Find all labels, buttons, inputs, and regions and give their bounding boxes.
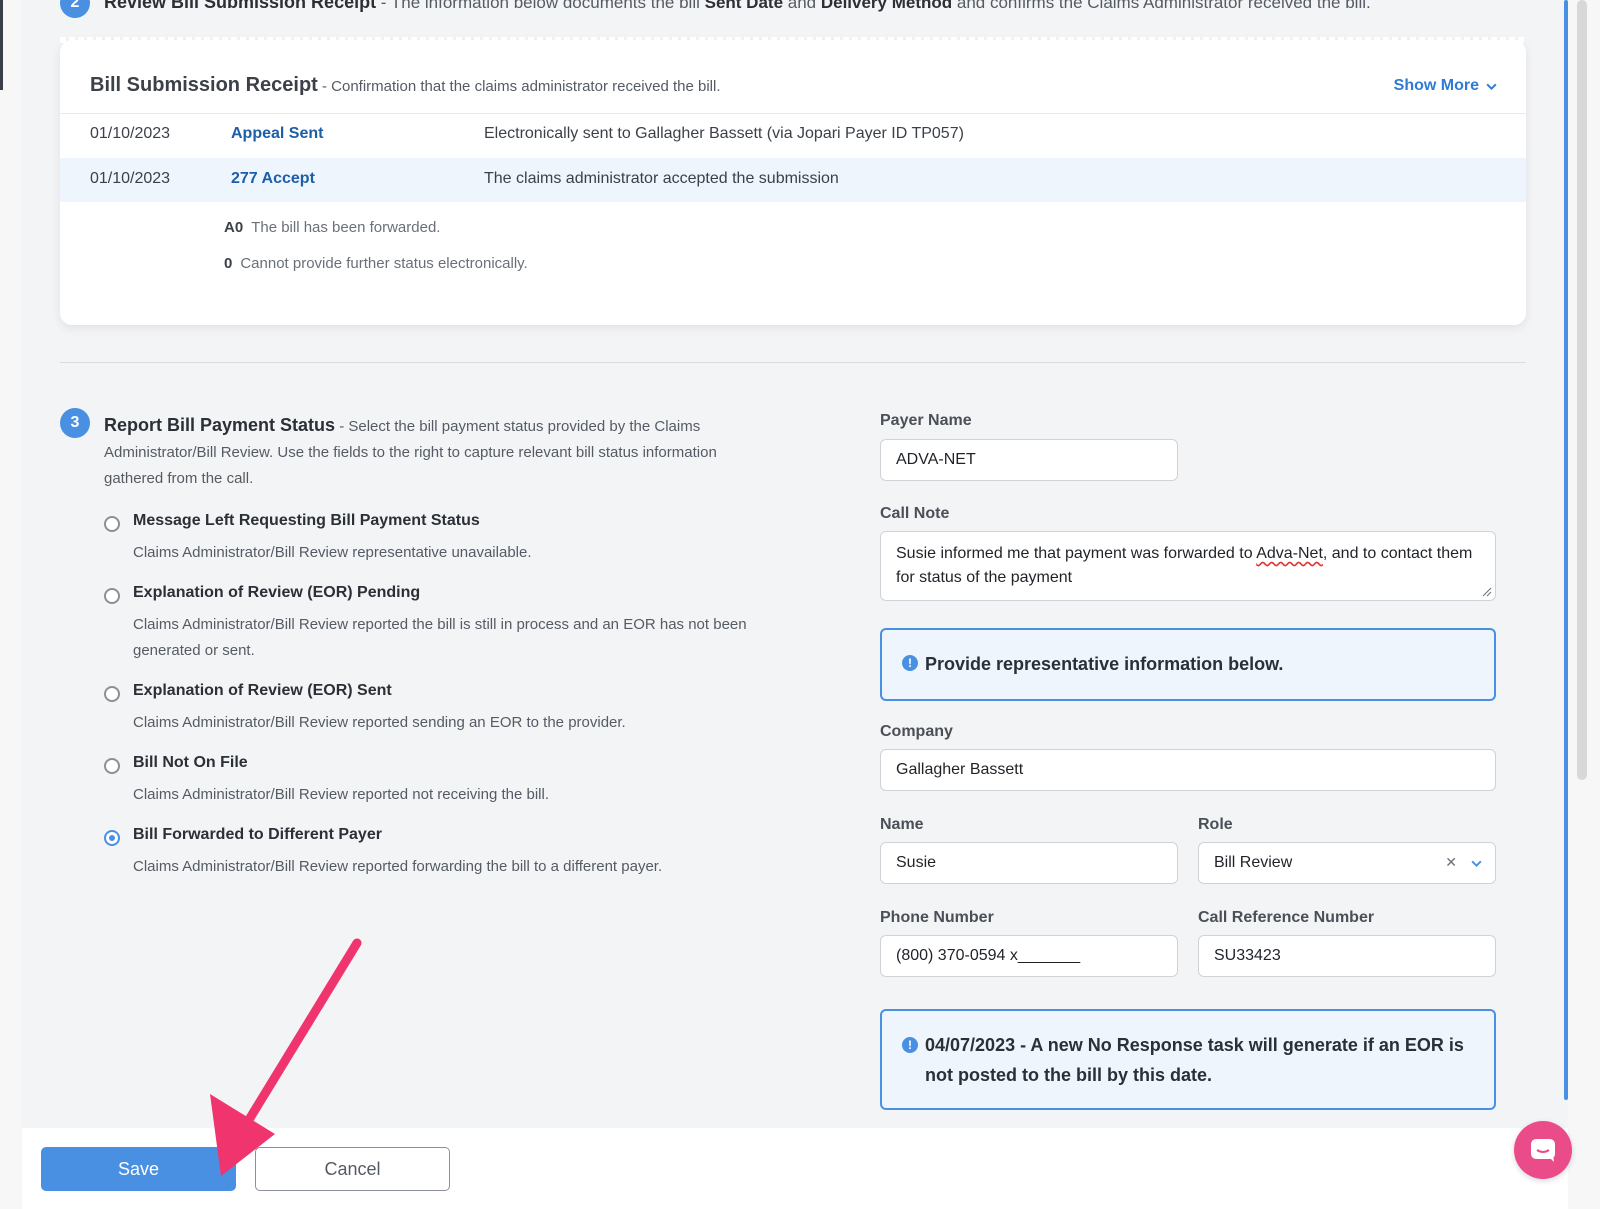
step-2-title: Review Bill Submission Receipt bbox=[104, 0, 377, 12]
status-option-desc: Claims Administrator/Bill Review reporte… bbox=[133, 714, 626, 731]
phone-number-value: (800) 370-0594 x_______ bbox=[896, 947, 1081, 964]
role-label: Role bbox=[1198, 816, 1233, 833]
chat-icon bbox=[1531, 1139, 1555, 1162]
role-select[interactable]: Bill Review ✕ bbox=[1198, 842, 1496, 884]
company-input[interactable]: Gallagher Bassett bbox=[880, 749, 1496, 791]
name-value: Susie bbox=[896, 854, 937, 871]
receipt-detail: The claims administrator accepted the su… bbox=[484, 170, 839, 187]
step-3-title: Report Bill Payment Status bbox=[104, 415, 336, 435]
section-divider bbox=[60, 362, 1526, 363]
company-label: Company bbox=[880, 723, 953, 740]
receipt-row: 01/10/2023 Appeal Sent Electronically se… bbox=[60, 113, 1526, 157]
call-reference-value: SU33423 bbox=[1214, 947, 1281, 964]
radio-button[interactable] bbox=[104, 686, 120, 702]
status-option-desc: Claims Administrator/Bill Review reporte… bbox=[133, 858, 663, 875]
clear-icon[interactable]: ✕ bbox=[1445, 854, 1457, 871]
company-value: Gallagher Bassett bbox=[896, 761, 1024, 778]
panel-scroll-indicator bbox=[1564, 0, 1568, 1100]
role-value: Bill Review bbox=[1214, 854, 1293, 871]
chat-launcher-button[interactable] bbox=[1514, 1121, 1572, 1179]
delivery-method-term: Delivery Method bbox=[820, 0, 953, 12]
call-note-label: Call Note bbox=[880, 505, 950, 522]
receipt-event: Appeal Sent bbox=[231, 125, 324, 142]
call-note-textarea[interactable]: Susie informed me that payment was forwa… bbox=[880, 531, 1496, 601]
receipt-title: Bill Submission Receipt bbox=[90, 74, 318, 96]
radio-button[interactable] bbox=[104, 516, 120, 532]
show-more-link[interactable]: Show More bbox=[1394, 77, 1498, 95]
status-code-item: 0 Cannot provide further status electroni… bbox=[224, 255, 528, 272]
status-option-desc: Claims Administrator/Bill Review reporte… bbox=[133, 786, 550, 803]
step-2-desc-end: and confirms the Claims Administrator re… bbox=[952, 0, 1371, 12]
status-option-title: Bill Not On File bbox=[133, 754, 248, 771]
status-option-title: Explanation of Review (EOR) Pending bbox=[133, 584, 421, 601]
no-response-notice: ! 04/07/2023 - A new No Response task wi… bbox=[880, 1009, 1496, 1110]
status-code-text: The bill has been forwarded. bbox=[251, 219, 441, 236]
info-icon: ! bbox=[902, 1037, 918, 1053]
chevron-down-icon bbox=[1486, 83, 1497, 90]
notice-text: 04/07/2023 - A new No Response task will… bbox=[925, 1035, 1464, 1085]
receipt-header: Bill Submission Receipt - Confirmation t… bbox=[90, 74, 721, 97]
name-input[interactable]: Susie bbox=[880, 842, 1178, 884]
status-code: 0 bbox=[224, 255, 233, 272]
payer-name-value: ADVA-NET bbox=[896, 451, 976, 468]
radio-button[interactable] bbox=[104, 758, 120, 774]
chevron-down-icon[interactable] bbox=[1470, 857, 1483, 870]
step-2-desc: - The information below documents the bi… bbox=[376, 0, 705, 12]
payer-name-label: Payer Name bbox=[880, 412, 972, 429]
step-3-badge: 3 bbox=[60, 408, 90, 438]
receipt-event: 277 Accept bbox=[231, 170, 315, 187]
page-scrollbar[interactable] bbox=[1577, 0, 1587, 780]
cancel-button[interactable]: Cancel bbox=[255, 1147, 450, 1191]
call-note-text: Susie informed me that payment was forwa… bbox=[896, 545, 1257, 562]
receipt-detail: Electronically sent to Gallagher Bassett… bbox=[484, 125, 964, 142]
step-2-badge: 2 bbox=[60, 0, 90, 18]
save-button[interactable]: Save bbox=[41, 1147, 236, 1191]
status-option-desc: Claims Administrator/Bill Review represe… bbox=[133, 544, 532, 561]
radio-button-selected[interactable] bbox=[104, 830, 120, 846]
status-option-title: Message Left Requesting Bill Payment Sta… bbox=[133, 512, 480, 529]
phone-number-input[interactable]: (800) 370-0594 x_______ bbox=[880, 935, 1178, 977]
step-2-desc-mid: and bbox=[783, 0, 821, 12]
status-option-title: Bill Forwarded to Different Payer bbox=[133, 826, 382, 843]
left-edge bbox=[0, 0, 22, 1209]
status-option-title: Explanation of Review (EOR) Sent bbox=[133, 682, 392, 699]
call-reference-input[interactable]: SU33423 bbox=[1198, 935, 1496, 977]
status-code: A0 bbox=[224, 219, 244, 236]
receipt-subtitle: - Confirmation that the claims administr… bbox=[317, 78, 721, 95]
resize-handle-icon[interactable] bbox=[1482, 587, 1492, 597]
alert-text: Provide representative information below… bbox=[925, 654, 1284, 674]
receipt-date: 01/10/2023 bbox=[90, 170, 171, 187]
status-code-text: Cannot provide further status electronic… bbox=[240, 255, 528, 272]
sent-date-term: Sent Date bbox=[704, 0, 784, 12]
show-more-label: Show More bbox=[1393, 77, 1479, 94]
receipt-row: 01/10/2023 277 Accept The claims adminis… bbox=[60, 158, 1526, 202]
phone-number-label: Phone Number bbox=[880, 909, 994, 926]
representative-info-alert: ! Provide representative information bel… bbox=[880, 628, 1496, 701]
radio-button[interactable] bbox=[104, 588, 120, 604]
receipt-date: 01/10/2023 bbox=[90, 125, 171, 142]
form-footer bbox=[22, 1128, 1568, 1209]
payer-name-input[interactable]: ADVA-NET bbox=[880, 439, 1178, 481]
status-option-desc: Claims Administrator/Bill Review reporte… bbox=[133, 616, 747, 659]
info-icon: ! bbox=[902, 655, 918, 671]
name-label: Name bbox=[880, 816, 924, 833]
call-note-misspelled-word: Adva-Net bbox=[1256, 545, 1323, 562]
bill-submission-receipt-card: Bill Submission Receipt - Confirmation t… bbox=[60, 37, 1526, 325]
status-code-item: A0 The bill has been forwarded. bbox=[224, 219, 440, 236]
step-3-heading: Report Bill Payment Status - Select the … bbox=[104, 412, 724, 492]
call-reference-label: Call Reference Number bbox=[1198, 909, 1375, 926]
step-2-heading: Review Bill Submission Receipt - The inf… bbox=[104, 0, 1371, 13]
